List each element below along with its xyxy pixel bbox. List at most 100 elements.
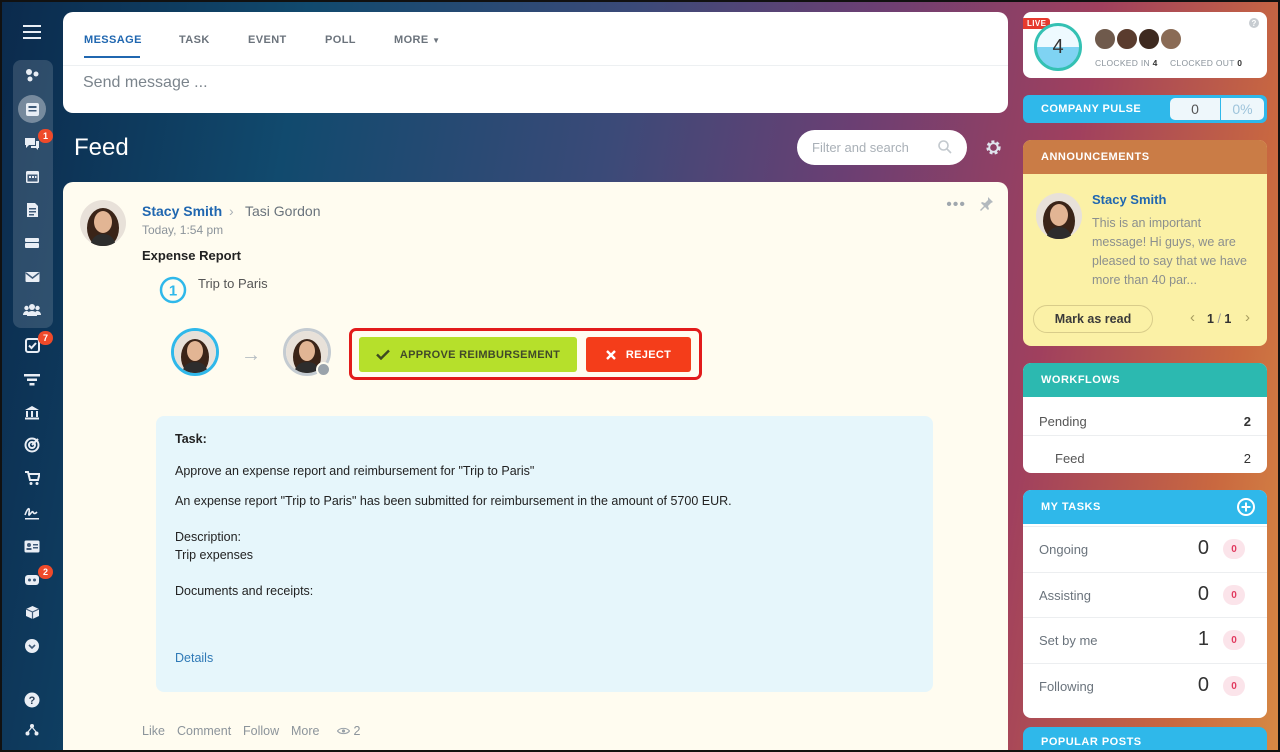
check-icon — [375, 349, 390, 360]
task-row-following[interactable]: Following 0 0 — [1023, 663, 1267, 709]
author-avatar[interactable] — [80, 200, 126, 246]
clocked-out-label: CLOCKED OUT — [1170, 58, 1235, 68]
announcements-title: ANNOUNCEMENTS — [1023, 140, 1267, 174]
left-navigation: 1 7 2 ? — [0, 0, 62, 752]
sitemap-icon[interactable] — [20, 717, 44, 741]
crm-funnel-icon[interactable] — [20, 367, 44, 391]
more-link[interactable]: More — [291, 724, 319, 738]
my-tasks-widget: MY TASKS Ongoing 0 0 Assisting 0 0 Set b… — [1023, 490, 1267, 718]
sites-icon[interactable] — [20, 63, 44, 87]
menu-icon[interactable] — [20, 20, 44, 44]
add-task-icon[interactable] — [1237, 498, 1255, 516]
popular-posts-widget: POPULAR POSTS — [1023, 727, 1267, 752]
approve-label: APPROVE REIMBURSEMENT — [399, 348, 561, 361]
post-recipient[interactable]: Tasi Gordon — [245, 203, 320, 219]
svg-text:1: 1 — [169, 283, 177, 300]
chat-badge: 1 — [38, 129, 53, 143]
avatar[interactable] — [1115, 27, 1139, 51]
follow-link[interactable]: Follow — [243, 724, 279, 738]
eye-icon — [336, 727, 351, 735]
tab-more[interactable]: MORE ▼ — [394, 34, 440, 46]
target-icon[interactable] — [20, 433, 44, 457]
workflows-title: WORKFLOWS — [1023, 363, 1267, 397]
announcement-author[interactable]: Stacy Smith — [1092, 192, 1166, 207]
announcements-widget: ANNOUNCEMENTS Stacy Smith This is an imp… — [1023, 140, 1267, 346]
feed-search-input[interactable]: Filter and search — [797, 130, 967, 165]
box-icon[interactable] — [20, 600, 44, 624]
task-row-value: 0 — [1197, 583, 1209, 605]
message-input[interactable]: Send message ... — [83, 74, 208, 92]
pager-total: 1 — [1224, 312, 1232, 326]
workflows-widget: WORKFLOWS Pending 2 Feed 2 — [1023, 363, 1267, 473]
document-icon[interactable] — [20, 198, 44, 222]
task-row-counter: 0 — [1223, 676, 1245, 696]
clocked-in-counter[interactable]: 4 — [1034, 23, 1082, 71]
approve-reimbursement-button[interactable]: APPROVE REIMBURSEMENT — [359, 337, 577, 372]
task-description-label: Description: — [175, 530, 241, 544]
more-options-icon[interactable]: ••• — [946, 196, 966, 214]
task-details-link[interactable]: Details — [175, 651, 213, 665]
tab-task[interactable]: TASK — [179, 34, 210, 46]
chevron-right-icon[interactable]: › — [1245, 309, 1250, 326]
gear-icon[interactable] — [984, 138, 1003, 157]
avatar[interactable] — [1159, 27, 1183, 51]
workflow-row-feed[interactable]: Feed 2 — [1055, 451, 1251, 466]
tab-more-label: MORE — [394, 34, 429, 46]
help-icon[interactable]: ? — [1249, 18, 1259, 28]
company-pulse-widget[interactable]: COMPANY PULSE 0 0% — [1023, 95, 1267, 123]
task-row-counter: 0 — [1223, 630, 1245, 650]
drive-icon[interactable] — [20, 231, 44, 255]
tab-message[interactable]: MESSAGE — [84, 34, 142, 46]
tasks-badge: 7 — [38, 331, 53, 345]
post-author-link[interactable]: Stacy Smith — [142, 203, 222, 219]
reject-button[interactable]: REJECT — [586, 337, 691, 372]
clock-pending-icon — [316, 362, 331, 377]
views-counter[interactable]: 2 — [336, 724, 360, 738]
chevron-left-icon[interactable]: ‹ — [1190, 309, 1195, 326]
search-placeholder: Filter and search — [812, 140, 909, 155]
cart-icon[interactable] — [20, 466, 44, 490]
workflow-row-pending[interactable]: Pending 2 — [1039, 414, 1251, 429]
task-description: Trip expenses — [175, 548, 254, 562]
clocked-out-stat: CLOCKED OUT 0 — [1170, 58, 1242, 68]
employees-icon[interactable] — [20, 298, 44, 322]
post-timestamp[interactable]: Today, 1:54 pm — [142, 223, 223, 237]
task-row-value: 1 — [1197, 628, 1209, 650]
robots-badge: 2 — [38, 565, 53, 579]
active-tab-underline — [84, 56, 140, 58]
search-icon — [938, 140, 952, 154]
tab-poll[interactable]: POLL — [325, 34, 356, 46]
task-row-counter: 0 — [1223, 585, 1245, 605]
page-title: Feed — [74, 134, 129, 161]
calendar-icon[interactable] — [20, 164, 44, 188]
requester-avatar[interactable] — [171, 328, 219, 376]
task-line-1: Approve an expense report and reimbursem… — [175, 464, 535, 478]
avatar[interactable] — [1137, 27, 1161, 51]
mark-as-read-button[interactable]: Mark as read — [1033, 305, 1153, 333]
composer-divider — [63, 65, 1008, 66]
comment-link[interactable]: Comment — [177, 724, 231, 738]
task-row-ongoing[interactable]: Ongoing 0 0 — [1023, 526, 1267, 572]
task-row-label: Set by me — [1039, 633, 1098, 648]
timeman-widget: LIVE 4 CLOCKED IN 4 CLOCKED OUT 0 ? — [1023, 12, 1267, 78]
more-chevron-icon[interactable] — [20, 634, 44, 658]
workflow-value: 2 — [1243, 414, 1251, 429]
help-icon[interactable]: ? — [20, 688, 44, 712]
feed-icon[interactable] — [20, 97, 44, 121]
contact-card-icon[interactable] — [20, 534, 44, 558]
announcement-text[interactable]: This is an important message! Hi guys, w… — [1092, 214, 1257, 290]
tab-event[interactable]: EVENT — [248, 34, 287, 46]
task-row-set-by-me[interactable]: Set by me 1 0 — [1023, 617, 1267, 663]
like-link[interactable]: Like — [142, 724, 165, 738]
announcement-author-avatar[interactable] — [1036, 193, 1082, 239]
pin-icon[interactable] — [978, 196, 994, 212]
step-label: Trip to Paris — [198, 276, 268, 291]
mail-icon[interactable] — [20, 265, 44, 289]
avatar[interactable] — [1093, 27, 1117, 51]
chevron-right-icon: › — [229, 203, 234, 219]
task-row-label: Assisting — [1039, 588, 1092, 603]
pulse-value: 0 — [1170, 98, 1220, 120]
signature-icon[interactable] — [20, 500, 44, 524]
bank-icon[interactable] — [20, 400, 44, 424]
task-row-assisting[interactable]: Assisting 0 0 — [1023, 572, 1267, 618]
